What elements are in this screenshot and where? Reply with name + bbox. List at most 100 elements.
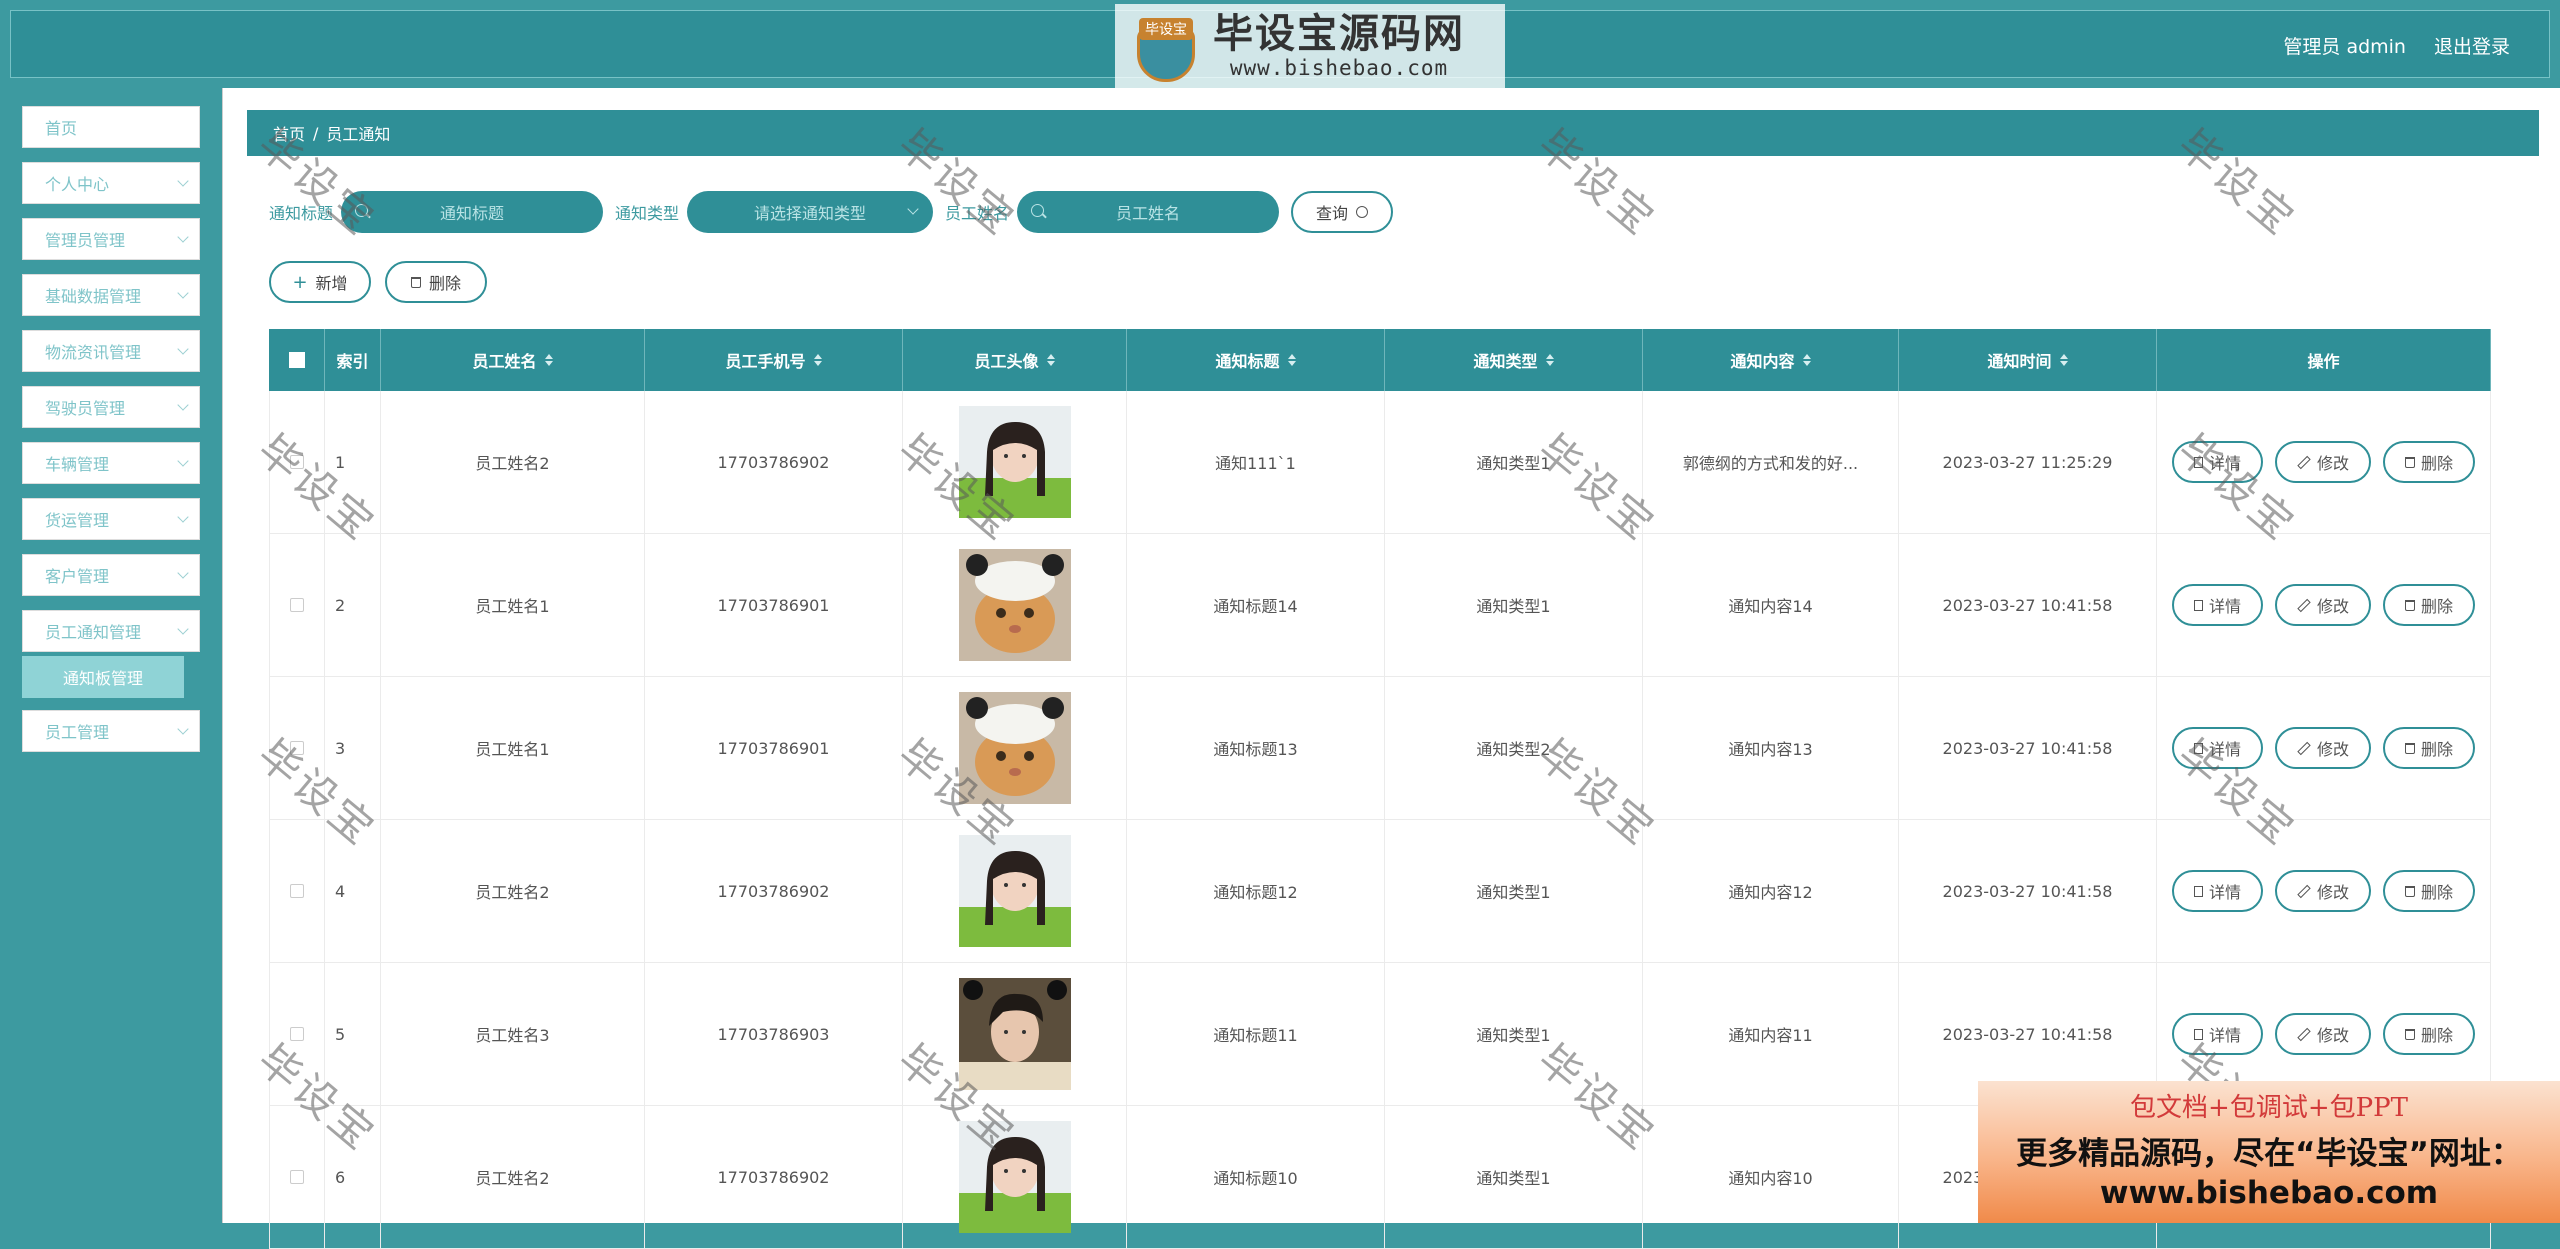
col-employee-avatar[interactable]: 员工头像 <box>903 329 1127 391</box>
sidebar-item-vehicles[interactable]: 车辆管理 <box>22 442 200 484</box>
type-filter-label: 通知类型 <box>615 204 680 223</box>
col-notice-type[interactable]: 通知类型 <box>1385 329 1643 391</box>
chevron-down-icon <box>177 287 189 299</box>
chevron-down-icon <box>177 623 189 635</box>
toolbar: + 新增 删除 <box>269 261 487 303</box>
sidebar-item-employee-notices[interactable]: 员工通知管理 <box>22 610 200 652</box>
avatar[interactable] <box>958 1121 1071 1233</box>
logo-title: 毕设宝源码网 <box>1213 11 1465 57</box>
col-notice-title[interactable]: 通知标题 <box>1127 329 1385 391</box>
chevron-down-icon <box>177 231 189 243</box>
edit-button[interactable]: 修改 <box>2274 870 2371 912</box>
document-icon <box>2193 456 2203 468</box>
avatar[interactable] <box>958 692 1071 804</box>
delete-button[interactable]: 删除 <box>2383 870 2476 912</box>
breadcrumb-current: 员工通知 <box>326 125 391 144</box>
promo-banner[interactable]: 包文档+包调试+包PPT 更多精品源码，尽在“毕设宝”网址： www.bishe… <box>1978 1081 2560 1223</box>
main-content: 首页 / 员工通知 通知标题 通知标题 通知类型 请选择通知类型 员工姓名 员工… <box>222 88 2560 1249</box>
delete-button-label: 删除 <box>428 274 461 293</box>
name-search-input[interactable]: 员工姓名 <box>1017 191 1280 233</box>
sidebar-item-freight[interactable]: 货运管理 <box>22 498 200 540</box>
delete-button[interactable]: 删除 <box>2383 1013 2476 1055</box>
col-index: 索引 <box>325 329 381 391</box>
cell-notice-content: 通知内容12 <box>1643 820 1899 962</box>
chevron-down-icon <box>177 723 189 735</box>
sort-icon <box>544 354 553 366</box>
cell-notice-content: 通知内容14 <box>1643 534 1899 676</box>
plus-icon: + <box>292 271 308 293</box>
logout-link[interactable]: 退出登录 <box>2434 32 2510 59</box>
edit-button[interactable]: 修改 <box>2274 441 2371 483</box>
avatar[interactable] <box>958 835 1071 947</box>
cell-notice-title: 通知标题10 <box>1127 1106 1385 1248</box>
cell-notice-type: 通知类型1 <box>1385 391 1643 533</box>
avatar[interactable] <box>958 978 1071 1090</box>
edit-icon <box>2297 884 2311 898</box>
cell-index: 5 <box>325 963 381 1105</box>
edit-button[interactable]: 修改 <box>2274 727 2371 769</box>
row-checkbox[interactable] <box>269 1106 325 1248</box>
sidebar-item-profile[interactable]: 个人中心 <box>22 162 200 204</box>
select-all-checkbox[interactable] <box>269 329 325 391</box>
edit-button[interactable]: 修改 <box>2274 584 2371 626</box>
cell-notice-type: 通知类型2 <box>1385 677 1643 819</box>
row-checkbox[interactable] <box>269 820 325 962</box>
logo-url: www.bishebao.com <box>1229 56 1449 80</box>
detail-button[interactable]: 详情 <box>2171 727 2263 769</box>
delete-button[interactable]: 删除 <box>2383 727 2476 769</box>
sort-icon <box>1287 354 1296 366</box>
document-icon <box>2193 742 2203 754</box>
batch-delete-button[interactable]: 删除 <box>385 261 487 303</box>
type-select[interactable]: 请选择通知类型 <box>687 191 934 233</box>
cell-notice-time: 2023-03-27 10:41:58 <box>1899 820 2157 962</box>
sidebar-item-basic-data[interactable]: 基础数据管理 <box>22 274 200 316</box>
row-checkbox[interactable] <box>269 963 325 1105</box>
title-search-input[interactable]: 通知标题 <box>341 191 604 233</box>
detail-button[interactable]: 详情 <box>2171 441 2263 483</box>
sidebar-item-employees[interactable]: 员工管理 <box>22 710 200 752</box>
detail-button[interactable]: 详情 <box>2171 1013 2263 1055</box>
cell-employee-name: 员工姓名2 <box>381 1106 645 1248</box>
avatar[interactable] <box>958 549 1071 661</box>
col-employee-name[interactable]: 员工姓名 <box>381 329 645 391</box>
row-checkbox[interactable] <box>269 534 325 676</box>
sidebar-item-label: 管理员管理 <box>45 231 126 250</box>
detail-button[interactable]: 详情 <box>2171 584 2263 626</box>
cell-employee-phone: 17703786902 <box>645 391 903 533</box>
sidebar-item-admin[interactable]: 管理员管理 <box>22 218 200 260</box>
sort-icon <box>1046 354 1055 366</box>
cell-notice-content: 通知内容11 <box>1643 963 1899 1105</box>
cell-employee-name: 员工姓名2 <box>381 820 645 962</box>
trash-icon <box>2405 885 2415 897</box>
sidebar-item-customers[interactable]: 客户管理 <box>22 554 200 596</box>
row-checkbox[interactable] <box>269 391 325 533</box>
col-employee-phone[interactable]: 员工手机号 <box>645 329 903 391</box>
detail-button[interactable]: 详情 <box>2171 870 2263 912</box>
sidebar-item-label: 首页 <box>45 119 78 138</box>
col-notice-time[interactable]: 通知时间 <box>1899 329 2157 391</box>
cell-notice-type: 通知类型1 <box>1385 1106 1643 1248</box>
cell-employee-name: 员工姓名1 <box>381 534 645 676</box>
col-notice-content[interactable]: 通知内容 <box>1643 329 1899 391</box>
avatar[interactable] <box>958 406 1071 518</box>
type-select-placeholder: 请选择通知类型 <box>754 204 867 223</box>
sidebar-item-home[interactable]: 首页 <box>22 106 200 148</box>
edit-icon <box>2297 455 2311 469</box>
breadcrumb-home[interactable]: 首页 <box>273 121 305 145</box>
breadcrumb: 首页 / 员工通知 <box>247 110 2539 156</box>
user-info: 管理员 admin 退出登录 <box>2283 32 2510 59</box>
document-icon <box>2193 599 2203 611</box>
sidebar-item-logistics-news[interactable]: 物流资讯管理 <box>22 330 200 372</box>
delete-button[interactable]: 删除 <box>2383 584 2476 626</box>
sidebar-item-drivers[interactable]: 驾驶员管理 <box>22 386 200 428</box>
row-checkbox[interactable] <box>269 677 325 819</box>
sidebar-subitem-notice-board[interactable]: 通知板管理 <box>22 656 184 698</box>
query-button[interactable]: 查询 <box>1291 191 1394 233</box>
edit-button[interactable]: 修改 <box>2274 1013 2371 1055</box>
cell-avatar <box>903 963 1127 1105</box>
delete-button[interactable]: 删除 <box>2383 441 2476 483</box>
search-icon <box>1356 206 1369 218</box>
add-button[interactable]: + 新增 <box>269 261 371 303</box>
sidebar-item-label: 员工管理 <box>45 723 110 742</box>
cell-notice-content: 通知内容10 <box>1643 1106 1899 1248</box>
